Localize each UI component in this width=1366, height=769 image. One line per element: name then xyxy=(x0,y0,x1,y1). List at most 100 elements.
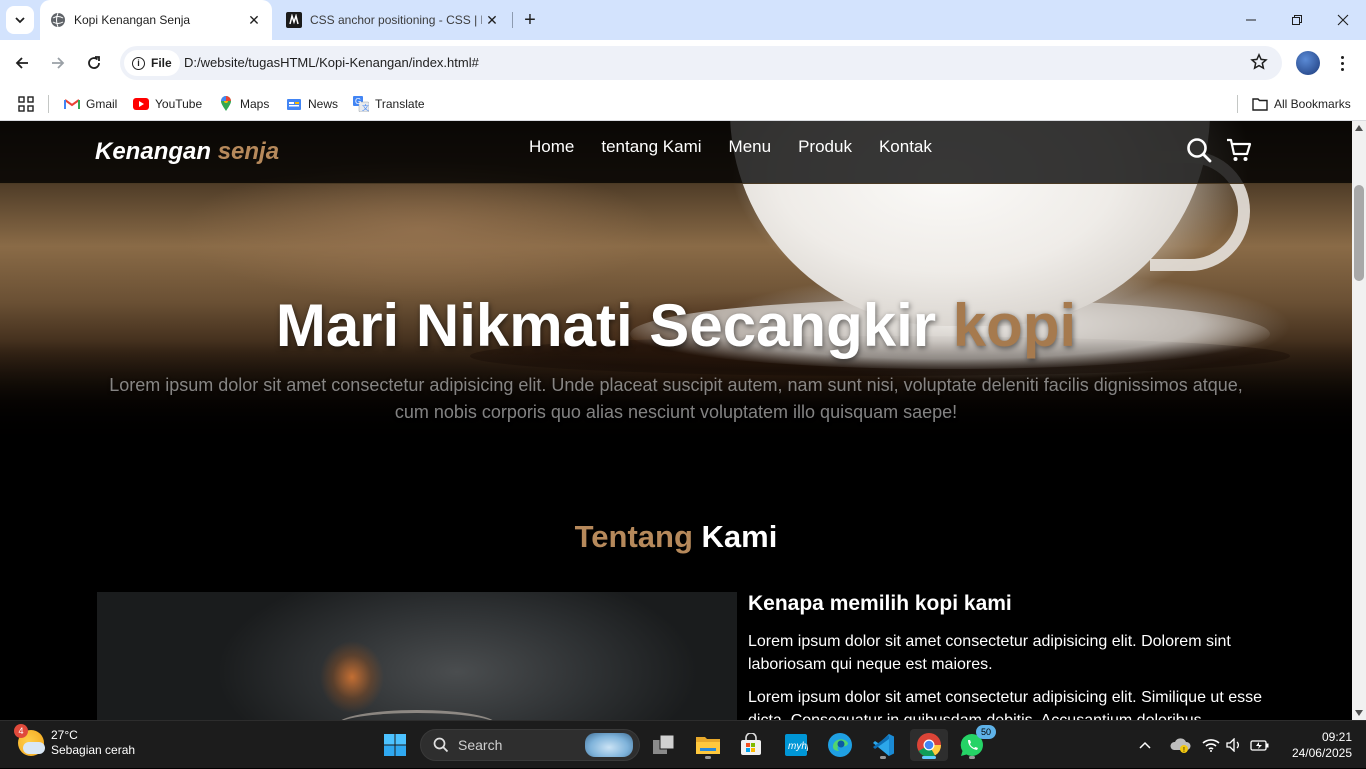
close-tab-icon[interactable]: ✕ xyxy=(244,10,264,30)
bookmark-gmail[interactable]: Gmail xyxy=(64,92,117,116)
bookmark-label: Maps xyxy=(240,97,270,111)
bookmark-separator xyxy=(48,95,49,113)
tab-kopi-kenangan[interactable]: Kopi Kenangan Senja ✕ xyxy=(40,0,272,40)
profile-avatar[interactable] xyxy=(1296,51,1320,75)
running-indicator xyxy=(705,756,711,759)
task-view-icon xyxy=(653,734,675,754)
weather-sun-cloud-icon: 4 xyxy=(14,724,45,756)
taskbar-search-box[interactable]: Search xyxy=(420,729,640,761)
svg-text:myhp: myhp xyxy=(788,741,808,752)
bookmark-youtube[interactable]: YouTube xyxy=(133,92,202,116)
weather-widget[interactable]: 4 27°C Sebagian cerah xyxy=(14,724,136,758)
forward-button[interactable] xyxy=(43,48,73,78)
battery-charging-icon xyxy=(1250,740,1269,751)
nav-link-about[interactable]: tentang Kami xyxy=(601,137,701,157)
whatsapp-button[interactable]: 50 xyxy=(956,725,996,761)
bookmark-translate[interactable]: G文 Translate xyxy=(353,92,425,116)
arrow-left-icon xyxy=(15,57,28,69)
tab-title: CSS anchor positioning - CSS | MDN xyxy=(310,13,482,27)
reload-button[interactable] xyxy=(79,48,109,78)
bookmark-maps[interactable]: Maps xyxy=(218,92,269,116)
page-scrollbar[interactable] xyxy=(1352,121,1366,720)
search-highlight-image xyxy=(585,733,633,757)
wifi-tray-icon[interactable] xyxy=(1202,721,1220,769)
weather-desc: Sebagian cerah xyxy=(51,743,136,757)
close-window-button[interactable] xyxy=(1320,0,1366,40)
windows-taskbar: 4 27°C Sebagian cerah Search myhp xyxy=(0,720,1366,768)
hero-description: Lorem ipsum dolor sit amet consectetur a… xyxy=(109,375,1243,422)
nav-links: Home tentang Kami Menu Produk Kontak xyxy=(529,137,932,157)
menu-kebab-icon[interactable] xyxy=(1334,50,1350,76)
all-bookmarks-label: All Bookmarks xyxy=(1274,97,1351,111)
chrome-button[interactable] xyxy=(910,729,948,761)
all-bookmarks-button[interactable]: All Bookmarks xyxy=(1252,92,1351,116)
cup-rim-image xyxy=(337,710,497,720)
wifi-icon xyxy=(1202,739,1220,752)
battery-tray-icon[interactable] xyxy=(1250,721,1270,769)
about-title-accent: Tentang xyxy=(574,519,693,554)
microsoft-store-button[interactable] xyxy=(735,729,767,761)
about-paragraph: Lorem ipsum dolor sit amet consectetur a… xyxy=(748,689,1263,720)
tab-title: Kopi Kenangan Senja xyxy=(74,13,191,27)
bookmarks-bar: Gmail YouTube Maps News G文 Translate All… xyxy=(0,86,1366,121)
volume-tray-icon[interactable] xyxy=(1226,721,1242,769)
task-view-button[interactable] xyxy=(648,729,680,761)
site-navbar: Kenangan senja Home tentang Kami Menu Pr… xyxy=(0,121,1352,184)
speaker-icon xyxy=(1226,738,1239,752)
site-logo[interactable]: Kenangan senja xyxy=(95,138,279,166)
restore-icon xyxy=(1292,15,1302,25)
nav-link-home[interactable]: Home xyxy=(529,137,574,157)
new-tab-button[interactable]: + xyxy=(518,8,542,32)
svg-text:G: G xyxy=(355,97,361,106)
info-icon: i xyxy=(132,56,145,70)
search-icon[interactable] xyxy=(1186,137,1212,163)
reload-icon xyxy=(88,56,100,69)
about-paragraph: Lorem ipsum dolor sit amet consectetur a… xyxy=(748,633,1231,673)
minimize-icon xyxy=(1246,19,1256,21)
bookmark-separator xyxy=(1237,95,1238,113)
store-icon xyxy=(741,733,761,755)
about-coffee-image xyxy=(97,592,737,720)
hp-app-button[interactable]: myhp xyxy=(780,729,812,761)
close-tab-icon[interactable]: ✕ xyxy=(482,10,502,30)
whatsapp-notification-badge: 50 xyxy=(976,725,996,739)
gmail-icon xyxy=(64,96,80,112)
show-hidden-icons-button[interactable] xyxy=(1138,721,1152,769)
scroll-up-arrow-icon[interactable] xyxy=(1355,125,1363,131)
running-indicator xyxy=(922,756,936,759)
tab-search-button[interactable] xyxy=(6,6,34,34)
about-section-title: Tentang Kami xyxy=(0,519,1352,555)
browser-toolbar: i File D:/website/tugasHTML/Kopi-Kenanga… xyxy=(0,40,1366,86)
back-button[interactable] xyxy=(7,48,37,78)
file-explorer-button[interactable] xyxy=(692,729,724,761)
nav-link-contact[interactable]: Kontak xyxy=(879,137,932,157)
site-info-chip[interactable]: i File xyxy=(124,50,180,76)
tab-separator xyxy=(512,12,513,28)
minimize-button[interactable] xyxy=(1228,0,1274,40)
vscode-button[interactable] xyxy=(867,729,899,761)
nav-link-menu[interactable]: Menu xyxy=(729,137,772,157)
chevron-down-icon xyxy=(15,17,25,24)
bookmark-label: Translate xyxy=(375,97,425,111)
edge-icon xyxy=(828,733,852,757)
about-heading: Kenapa memilih kopi kami xyxy=(748,592,1012,615)
system-clock[interactable]: 09:21 24/06/2025 xyxy=(1280,729,1352,761)
bookmark-star-icon[interactable] xyxy=(1250,52,1268,76)
bookmark-label: News xyxy=(308,97,339,111)
nav-link-products[interactable]: Produk xyxy=(798,137,852,157)
url-text[interactable]: D:/website/tugasHTML/Kopi-Kenangan/index… xyxy=(184,55,479,70)
tab-mdn[interactable]: CSS anchor positioning - CSS | MDN ✕ xyxy=(280,0,510,40)
scroll-thumb[interactable] xyxy=(1354,185,1364,281)
restore-button[interactable] xyxy=(1274,0,1320,40)
youtube-icon xyxy=(133,96,149,112)
apps-grid-button[interactable] xyxy=(18,92,34,116)
start-button[interactable] xyxy=(379,729,411,761)
running-indicator xyxy=(969,756,975,759)
shopping-cart-icon[interactable] xyxy=(1226,137,1252,163)
address-bar[interactable]: i File D:/website/tugasHTML/Kopi-Kenanga… xyxy=(120,46,1282,80)
bookmark-news[interactable]: News xyxy=(286,92,338,116)
onedrive-tray-icon[interactable]: ! xyxy=(1170,721,1192,769)
edge-button[interactable] xyxy=(824,729,856,761)
tab-strip: Kopi Kenangan Senja ✕ CSS anchor positio… xyxy=(0,0,1366,40)
scroll-down-arrow-icon[interactable] xyxy=(1355,710,1363,716)
